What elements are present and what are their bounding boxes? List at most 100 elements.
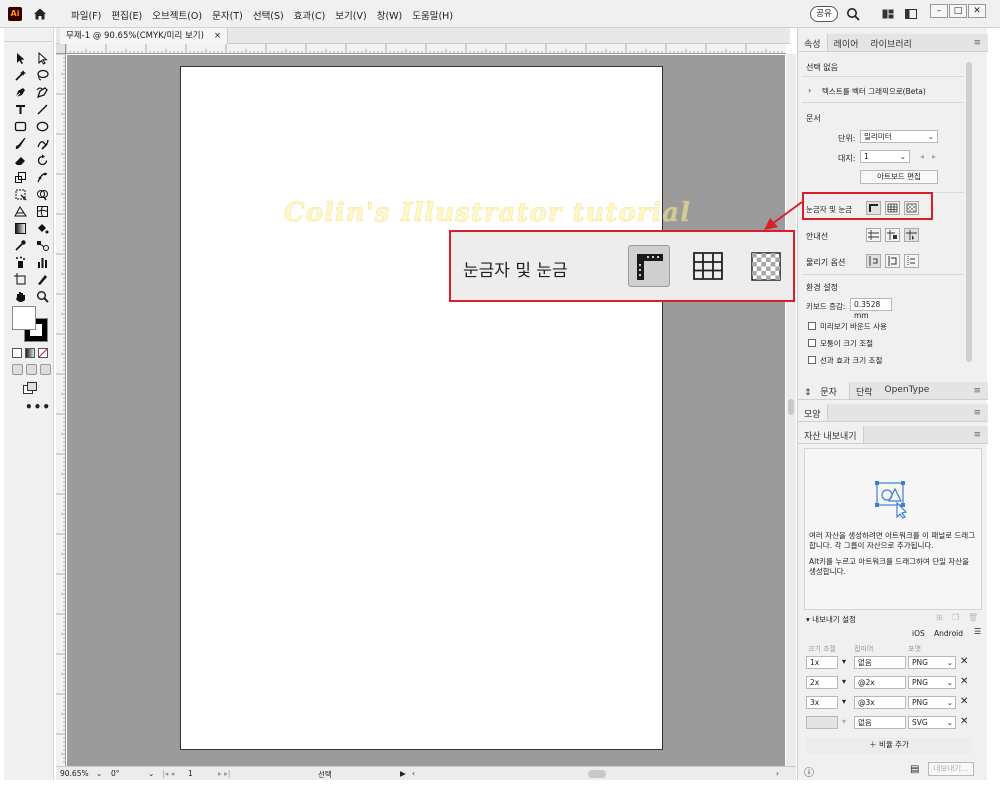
slice-tool-icon[interactable] [33, 271, 51, 287]
info-icon[interactable]: ⓘ [804, 764, 814, 779]
menu-effect[interactable]: 효과(C) [289, 8, 331, 22]
document-tab[interactable]: 무제-1 @ 90.65%(CMYK/미리 보기) × [60, 28, 229, 44]
menu-type[interactable]: 문자(T) [207, 8, 248, 22]
zoom-level[interactable]: 90.65% [60, 769, 89, 778]
panel-menu-icon[interactable]: ≡ [973, 386, 981, 396]
preview-bounds-checkbox[interactable] [808, 322, 816, 330]
tab-paragraph[interactable]: 단락 [850, 382, 879, 399]
tab-character[interactable]: ⇕ 문자 [798, 382, 850, 399]
scale-dropdown-icon[interactable]: ▾ [842, 717, 846, 726]
format-select[interactable]: PNG ⌄ [908, 656, 956, 669]
remove-row-icon[interactable]: ✕ [960, 696, 968, 707]
scale-dropdown-icon[interactable]: ▾ [842, 697, 846, 706]
draw-inside-button[interactable] [40, 364, 51, 375]
suffix-input[interactable]: @3x [854, 696, 906, 709]
panel-menu-icon[interactable]: ≡ [973, 38, 981, 48]
shaper-tool-icon[interactable] [33, 135, 51, 151]
menu-file[interactable]: 파일(F) [66, 8, 106, 22]
suffix-input[interactable]: @2x [854, 676, 906, 689]
remove-row-icon[interactable]: ✕ [960, 716, 968, 727]
menu-window[interactable]: 창(W) [372, 8, 408, 22]
scrollbar-thumb[interactable] [966, 62, 972, 362]
export-button[interactable]: 내보내기... [928, 762, 974, 776]
artboard[interactable] [180, 66, 663, 750]
panel-menu-icon[interactable]: ≡ [973, 408, 981, 418]
menu-edit[interactable]: 편집(E) [106, 8, 147, 22]
next-artboard-icon[interactable]: ▸ ▸| [218, 769, 230, 778]
suffix-input[interactable]: 없음 [854, 656, 906, 669]
mesh-tool-icon[interactable] [33, 203, 51, 219]
remove-row-icon[interactable]: ✕ [960, 676, 968, 687]
asset-drop-area[interactable]: 여러 자산을 생성하려면 아트워크를 이 패널로 드래그합니다. 각 그룹이 자… [804, 448, 982, 610]
puppet-warp-tool-icon[interactable] [33, 169, 51, 185]
list-view-icon[interactable]: ☰ [974, 627, 981, 636]
scrollbar-thumb[interactable] [788, 399, 794, 415]
gradient-mode-button[interactable] [25, 348, 35, 358]
trash-icon[interactable]: 🗑 [968, 613, 978, 622]
scale-input[interactable] [806, 716, 838, 729]
pen-tool-icon[interactable] [11, 84, 29, 100]
tab-properties[interactable]: 속성 [798, 34, 828, 51]
edit-toolbar-icon[interactable]: ••• [25, 400, 51, 414]
format-select[interactable]: PNG ⌄ [908, 696, 956, 709]
status-menu-arrow-icon[interactable]: ▶ [400, 769, 406, 778]
android-button[interactable]: Android [934, 629, 963, 638]
export-settings-header[interactable]: ▾ 내보내기 설정 [806, 614, 856, 625]
color-mode-button[interactable] [12, 348, 22, 358]
add-icon[interactable]: ⊞ [936, 613, 943, 622]
selection-tool-icon[interactable] [11, 50, 29, 66]
artboard-select[interactable]: 1 ⌄ [860, 150, 910, 163]
scale-input[interactable]: 1x [806, 656, 838, 669]
column-graph-tool-icon[interactable] [33, 254, 51, 270]
minimize-button[interactable]: – [930, 4, 948, 18]
menu-select[interactable]: 선택(S) [248, 8, 289, 22]
panel-grip[interactable] [4, 28, 54, 42]
guides-lock-icon[interactable] [885, 228, 900, 242]
curvature-tool-icon[interactable] [33, 84, 51, 100]
arrange-documents-icon[interactable] [882, 9, 894, 19]
ruler-origin[interactable] [56, 44, 66, 54]
magic-wand-tool-icon[interactable] [11, 67, 29, 83]
edit-artboards-button[interactable]: 아트보드 편집 [860, 170, 938, 184]
horizontal-scrollbar-thumb[interactable] [588, 770, 606, 778]
scale-input[interactable]: 3x [806, 696, 838, 709]
format-select[interactable]: PNG ⌄ [908, 676, 956, 689]
scale-strokes-checkbox[interactable] [808, 356, 816, 364]
rectangle-tool-icon[interactable] [11, 118, 29, 134]
shape-builder-tool-icon[interactable] [33, 186, 51, 202]
artboard-next-icon[interactable]: ▸ [932, 152, 936, 161]
workspace-icon[interactable] [905, 9, 917, 19]
fill-color-swatch[interactable] [12, 306, 36, 330]
menu-object[interactable]: 오브젝트(O) [147, 8, 207, 22]
rotation-dropdown-icon[interactable]: ⌄ [148, 769, 154, 778]
add-scale-button[interactable]: ＋ 비율 추가 [806, 738, 972, 754]
scale-dropdown-icon[interactable]: ▾ [842, 657, 846, 666]
free-transform-tool-icon[interactable] [11, 186, 29, 202]
remove-row-icon[interactable]: ✕ [960, 656, 968, 667]
horizontal-ruler[interactable] [66, 44, 786, 54]
vectorize-text-item[interactable]: 텍스트를 벡터 그래픽으로(Beta) [822, 86, 926, 97]
scroll-left-icon[interactable]: ‹ [412, 769, 415, 778]
draw-behind-button[interactable] [26, 364, 37, 375]
draw-normal-button[interactable] [12, 364, 23, 375]
export-menu-icon[interactable]: ▤ [910, 764, 919, 775]
none-mode-button[interactable] [38, 348, 48, 358]
tab-libraries[interactable]: 라이브러리 [864, 34, 917, 51]
snap-to-grid-icon[interactable] [904, 254, 919, 268]
paintbrush-tool-icon[interactable] [11, 135, 29, 151]
units-select[interactable]: 밀리미터 ⌄ [860, 130, 938, 143]
rotate-tool-icon[interactable] [33, 152, 51, 168]
zoom-dropdown-icon[interactable]: ⌄ [96, 769, 102, 778]
type-tool-icon[interactable] [11, 101, 29, 117]
scale-corners-checkbox[interactable] [808, 339, 816, 347]
direct-selection-tool-icon[interactable] [33, 50, 51, 66]
duplicate-icon[interactable]: ❐ [952, 613, 959, 622]
artboard-tool-icon[interactable] [11, 271, 29, 287]
hand-tool-icon[interactable] [11, 288, 29, 304]
rotation-value[interactable]: 0° [111, 769, 120, 778]
eyedropper-tool-icon[interactable] [11, 237, 29, 253]
blend-tool-icon[interactable] [33, 237, 51, 253]
eraser-tool-icon[interactable] [11, 152, 29, 168]
maximize-button[interactable]: □ [949, 4, 967, 18]
share-button[interactable]: 공유 [810, 6, 838, 22]
